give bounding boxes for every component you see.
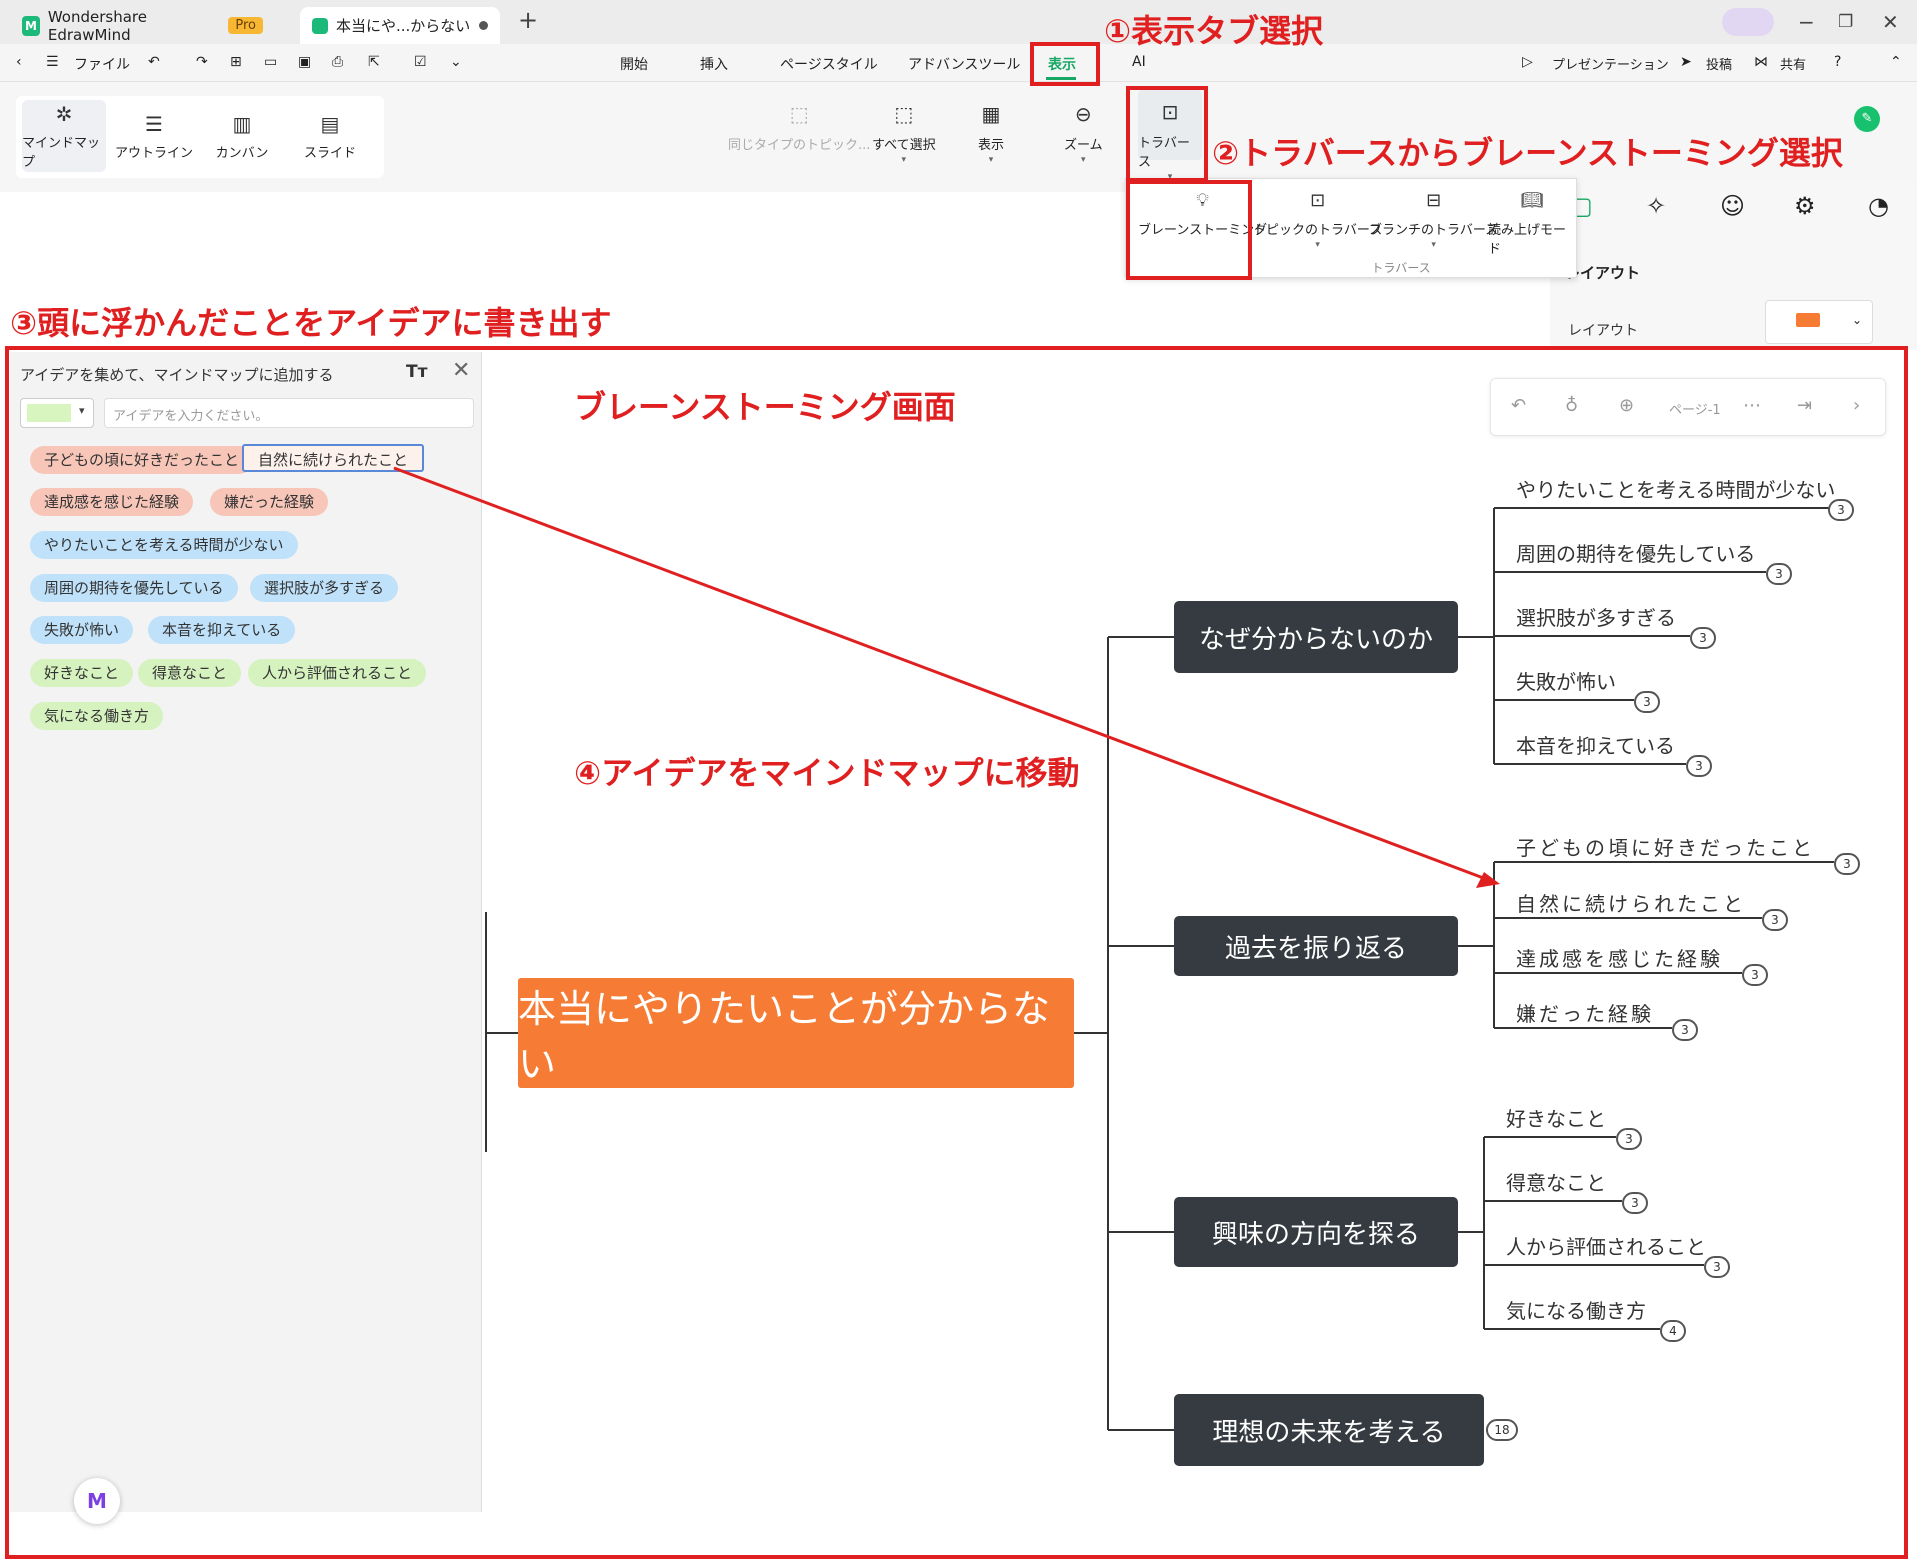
subtopic[interactable]: 好きなこと (1506, 1103, 1606, 1132)
collapse-count[interactable]: 3 (1704, 1256, 1730, 1278)
subtopic[interactable]: 本音を抑えている (1516, 730, 1675, 759)
branch-topic[interactable]: 興味の方向を探る (1174, 1197, 1458, 1267)
annotation-step4: ④アイデアをマインドマップに移動 (574, 754, 1080, 792)
subtopic[interactable]: 嫌だった経験 (1516, 998, 1654, 1027)
collapse-count[interactable]: 3 (1672, 1019, 1698, 1041)
annotation-step3: ③頭に浮かんだことをアイデアに書き出す (10, 304, 612, 342)
annotation-box-brainstorm (1126, 180, 1252, 280)
subtopic[interactable]: 人から評価されること (1506, 1231, 1706, 1260)
subtopic[interactable]: 選択肢が多すぎる (1516, 602, 1676, 631)
collapse-count[interactable]: 3 (1742, 964, 1768, 986)
subtopic[interactable]: 気になる働き方 (1506, 1295, 1646, 1324)
annotation-screen-label: ブレーンストーミング画面 (574, 388, 956, 426)
collapse-count[interactable]: 3 (1828, 499, 1854, 521)
central-topic[interactable]: 本当にやりたいことが分からない (518, 978, 1074, 1088)
annotation-box-view-tab (1030, 42, 1100, 86)
subtopic[interactable]: 達成感を感じた経験 (1516, 943, 1723, 972)
collapse-count[interactable]: 4 (1660, 1320, 1686, 1342)
collapse-count[interactable]: 3 (1762, 909, 1788, 931)
collapse-count[interactable]: 3 (1616, 1128, 1642, 1150)
collapse-count[interactable]: 3 (1686, 755, 1712, 777)
subtopic[interactable]: 子どもの頃に好きだったこと (1516, 832, 1815, 861)
branch-topic[interactable]: 理想の未来を考える (1174, 1394, 1484, 1466)
annotation-step2: ②トラバースからブレーンストーミング選択 (1212, 134, 1843, 172)
subtopic[interactable]: 失敗が怖い (1516, 666, 1616, 695)
collapse-count[interactable]: 3 (1634, 691, 1660, 713)
collapse-count[interactable]: 3 (1690, 627, 1716, 649)
subtopic[interactable]: 得意なこと (1506, 1167, 1606, 1196)
subtopic[interactable]: 周囲の期待を優先している (1516, 538, 1755, 567)
annotation-step1: ①表示タブ選択 (1104, 12, 1324, 50)
collapse-count[interactable]: 3 (1766, 563, 1792, 585)
collapse-count[interactable]: 18 (1486, 1419, 1518, 1441)
collapse-count[interactable]: 3 (1834, 853, 1860, 875)
branch-topic[interactable]: なぜ分からないのか (1174, 601, 1458, 673)
branch-topic[interactable]: 過去を振り返る (1174, 916, 1458, 976)
collapse-count[interactable]: 3 (1622, 1192, 1648, 1214)
subtopic[interactable]: やりたいことを考える時間が少ない (1516, 474, 1835, 503)
annotation-box-traverse (1126, 86, 1208, 182)
subtopic[interactable]: 自然に続けられたこと (1516, 888, 1746, 917)
